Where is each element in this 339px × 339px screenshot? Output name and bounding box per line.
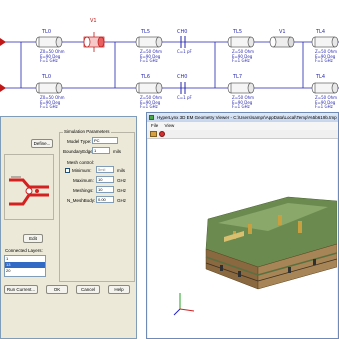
n-meshbody-input[interactable]: 0.00 (96, 196, 114, 203)
tline-symbol[interactable] (35, 36, 63, 48)
tline-symbol[interactable] (311, 36, 339, 48)
boundary-label: BoundaryEdges (63, 149, 96, 154)
menu-file[interactable]: File (151, 123, 158, 128)
component-params: C=1 pF (177, 95, 192, 100)
geometry-viewer-window: HyperLynx 3D EM Geometry Viewer - C:\Use… (146, 112, 339, 339)
component-name: TL5 (141, 29, 151, 35)
max-label: Maximum: (73, 178, 94, 183)
component-params: Z=50 Ohm E=90 Deg F=1 GHz (315, 95, 338, 109)
viewer-title: HyperLynx 3D EM Geometry Viewer - C:\Use… (157, 115, 337, 120)
ok-button[interactable]: OK (46, 285, 68, 294)
n-meshbody-label: N_MeshBody: (67, 198, 96, 203)
tline-symbol[interactable] (227, 36, 255, 48)
component-params: Z=50 Ohm E=90 Deg F=1 GHz (140, 95, 163, 109)
via-preview-image (9, 176, 49, 206)
schematic-canvas: TL0 V1 TL5 CH0 TL5 V1 TL4 Z0=50 Ohm E=90 … (0, 0, 339, 110)
tline-symbol[interactable] (311, 82, 339, 94)
component-name: TL0 (42, 29, 52, 35)
component-params: Z=50 Ohm E=90 Deg F=1 GHz (232, 49, 255, 63)
via-symbol[interactable] (83, 32, 105, 52)
layers-list[interactable]: 1 13 20 (4, 255, 46, 277)
min-checkbox[interactable] (65, 168, 70, 173)
component-name: TL4 (316, 29, 326, 35)
component-name: TL0 (42, 74, 52, 80)
min-unit: mils (117, 168, 125, 173)
component-params: Z=50 Ohm E=90 Deg F=1 GHz (315, 49, 338, 63)
component-name: TL4 (316, 74, 326, 80)
mesh-control-label: Mesh control: (67, 160, 95, 165)
component-name: TL7 (233, 74, 243, 80)
boundary-unit: mils (113, 149, 121, 154)
max-input[interactable]: 10 (96, 176, 114, 183)
boundary-input[interactable]: 1 (92, 147, 110, 154)
min-label: Minimum: (72, 168, 92, 173)
via-properties-dialog: Define... Edit Connected Layers: 1 13 20… (0, 116, 137, 339)
simulation-parameters-group (59, 132, 135, 282)
target-icon[interactable] (159, 131, 165, 137)
component-name: CH0 (177, 29, 188, 35)
max-unit: GHz (117, 178, 126, 183)
meshings-label: Meshings: (73, 188, 94, 193)
tline-symbol[interactable] (227, 82, 255, 94)
component-params: Z=50 Ohm E=90 Deg F=1 GHz (140, 49, 163, 63)
component-name: V1 (90, 18, 97, 24)
component-name: TL6 (141, 74, 151, 80)
component-name: CH0 (177, 74, 188, 80)
help-button[interactable]: Help (108, 285, 130, 294)
tline-symbol[interactable] (135, 82, 163, 94)
component-params: Z=50 Ohm E=90 Deg F=1 GHz (232, 95, 255, 109)
edit-button[interactable]: Edit (23, 234, 43, 243)
axis-triad (173, 293, 195, 316)
menu-view[interactable]: View (165, 123, 175, 128)
menu-bar: File View (147, 122, 338, 130)
n-meshbody-unit: GHz (117, 198, 126, 203)
tline-symbol[interactable] (35, 82, 63, 94)
toolbar (147, 130, 338, 139)
meshings-unit: GHz (117, 188, 126, 193)
app-icon (149, 115, 154, 120)
component-name: TL5 (233, 29, 243, 35)
group-title: Simulation Parameters (63, 129, 111, 134)
layer-item[interactable]: 20 (5, 268, 45, 274)
via-symbol[interactable] (269, 36, 295, 48)
cancel-button[interactable]: Cancel (76, 285, 100, 294)
define-button[interactable]: Define... (31, 139, 53, 148)
component-params: Z0=50 Ohm E=90 Deg F=1 GHz (40, 49, 65, 63)
viewport-3d[interactable] (148, 139, 337, 338)
component-params: C=1 pF (177, 49, 192, 54)
model-type-select[interactable]: PC (92, 137, 118, 144)
component-name: V1 (279, 29, 286, 35)
model-type-label: Model Type: (67, 139, 92, 144)
viewer-title-bar[interactable]: HyperLynx 3D EM Geometry Viewer - C:\Use… (147, 113, 338, 122)
min-input[interactable]: 5mil (96, 166, 114, 173)
connected-layers-label: Connected Layers: (4, 248, 44, 253)
meshings-input[interactable]: 10 (96, 186, 114, 193)
run-current-button[interactable]: Run Current... (4, 285, 38, 294)
tline-symbol[interactable] (135, 36, 163, 48)
component-params: Z0=50 Ohm E=90 Deg F=1 GHz (40, 95, 65, 109)
camera-icon[interactable] (150, 131, 157, 137)
